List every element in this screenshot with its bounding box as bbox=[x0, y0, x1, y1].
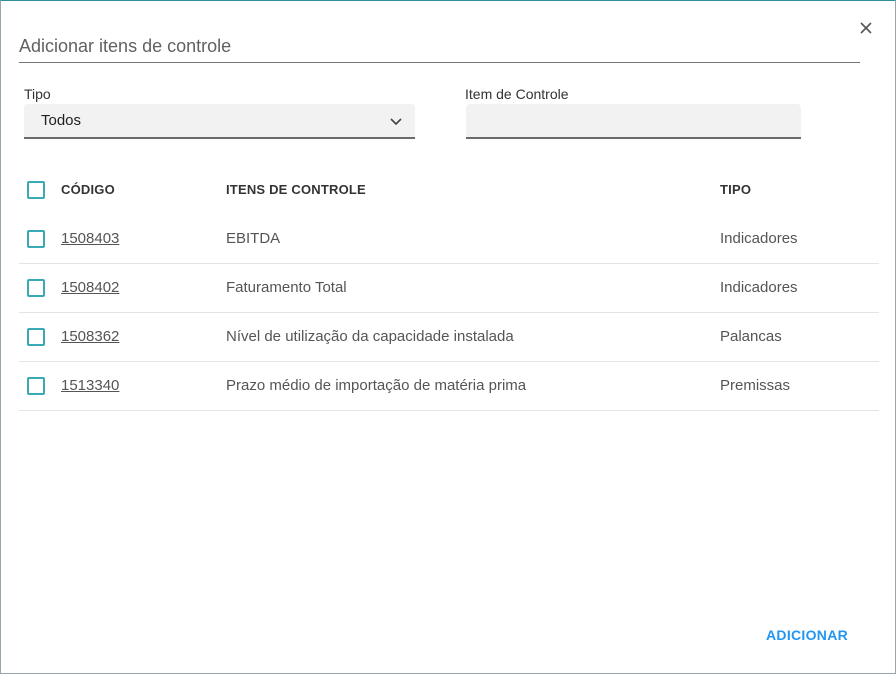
tipo-label: Tipo bbox=[24, 86, 51, 102]
dialog-title: Adicionar itens de controle bbox=[19, 36, 232, 56]
add-button[interactable]: ADICIONAR bbox=[756, 623, 858, 647]
item-type: Palancas bbox=[720, 328, 782, 345]
code-link[interactable]: 1513340 bbox=[61, 377, 119, 394]
table-row: 1508403 EBITDA Indicadores bbox=[19, 215, 879, 264]
header-codigo: CÓDIGO bbox=[61, 182, 115, 197]
table-row: 1508362 Nível de utilização da capacidad… bbox=[19, 313, 879, 362]
item-type: Indicadores bbox=[720, 279, 798, 296]
item-name: Prazo médio de importação de matéria pri… bbox=[226, 377, 527, 394]
code-link[interactable]: 1508402 bbox=[61, 279, 119, 296]
header-itens: ITENS DE CONTROLE bbox=[226, 182, 366, 197]
tipo-select[interactable]: Todos bbox=[24, 104, 415, 139]
row-checkbox[interactable] bbox=[27, 377, 45, 395]
item-type: Premissas bbox=[720, 377, 791, 394]
item-de-controle-label: Item de Controle bbox=[465, 86, 569, 102]
item-name: EBITDA bbox=[226, 230, 281, 247]
dialog-title-field: Adicionar itens de controle bbox=[19, 33, 860, 63]
code-link[interactable]: 1508403 bbox=[61, 230, 119, 247]
tipo-select-value: Todos bbox=[41, 112, 82, 129]
add-control-items-dialog: Adicionar itens de controle Tipo Todos I… bbox=[0, 0, 896, 674]
select-all-checkbox[interactable] bbox=[27, 181, 45, 199]
item-name: Nível de utilização da capacidade instal… bbox=[226, 328, 514, 345]
table-row: 1508402 Faturamento Total Indicadores bbox=[19, 264, 879, 313]
row-checkbox[interactable] bbox=[27, 279, 45, 297]
code-link[interactable]: 1508362 bbox=[61, 328, 119, 345]
table-header-row: CÓDIGO ITENS DE CONTROLE TIPO bbox=[19, 165, 879, 215]
item-name: Faturamento Total bbox=[226, 279, 347, 296]
item-type: Indicadores bbox=[720, 230, 798, 247]
item-de-controle-input[interactable] bbox=[466, 104, 801, 139]
chevron-down-icon bbox=[390, 118, 402, 126]
row-checkbox[interactable] bbox=[27, 328, 45, 346]
table-row: 1513340 Prazo médio de importação de mat… bbox=[19, 362, 879, 411]
control-items-table: CÓDIGO ITENS DE CONTROLE TIPO 1508403 EB… bbox=[19, 165, 879, 411]
row-checkbox[interactable] bbox=[27, 230, 45, 248]
header-tipo: TIPO bbox=[720, 182, 752, 197]
